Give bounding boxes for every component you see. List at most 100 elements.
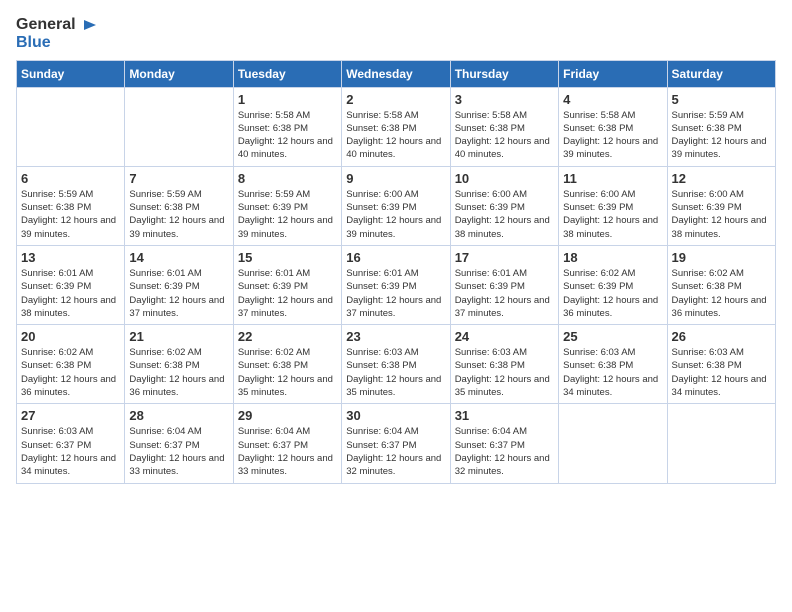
weekday-header-saturday: Saturday [667,60,775,87]
calendar-cell [667,404,775,483]
logo-text: General Blue [16,16,100,52]
day-number: 31 [455,408,554,423]
calendar-cell: 6 Sunrise: 5:59 AM Sunset: 6:38 PM Daylig… [17,166,125,245]
weekday-header-sunday: Sunday [17,60,125,87]
weekday-header-monday: Monday [125,60,233,87]
day-number: 3 [455,92,554,107]
cell-detail: Sunrise: 6:01 AM Sunset: 6:39 PM Dayligh… [21,267,120,320]
calendar-cell: 21 Sunrise: 6:02 AM Sunset: 6:38 PM Dayli… [125,325,233,404]
calendar-cell: 27 Sunrise: 6:03 AM Sunset: 6:37 PM Dayli… [17,404,125,483]
calendar-week-4: 20 Sunrise: 6:02 AM Sunset: 6:38 PM Dayli… [17,325,776,404]
day-number: 7 [129,171,228,186]
cell-detail: Sunrise: 6:01 AM Sunset: 6:39 PM Dayligh… [238,267,337,320]
day-number: 4 [563,92,662,107]
calendar-cell: 3 Sunrise: 5:58 AM Sunset: 6:38 PM Daylig… [450,87,558,166]
calendar-cell: 31 Sunrise: 6:04 AM Sunset: 6:37 PM Dayli… [450,404,558,483]
day-number: 1 [238,92,337,107]
calendar-cell: 25Sunrise: 6:03 AM Sunset: 6:38 PM Dayli… [559,325,667,404]
calendar-cell: 18 Sunrise: 6:02 AM Sunset: 6:39 PM Dayli… [559,245,667,324]
cell-detail: Sunrise: 6:00 AM Sunset: 6:39 PM Dayligh… [346,188,445,241]
cell-detail: Sunrise: 6:00 AM Sunset: 6:39 PM Dayligh… [563,188,662,241]
cell-detail: Sunrise: 6:04 AM Sunset: 6:37 PM Dayligh… [238,425,337,478]
calendar-cell: 9 Sunrise: 6:00 AM Sunset: 6:39 PM Daylig… [342,166,450,245]
day-number: 10 [455,171,554,186]
calendar-cell: 5 Sunrise: 5:59 AM Sunset: 6:38 PM Daylig… [667,87,775,166]
calendar-week-3: 13 Sunrise: 6:01 AM Sunset: 6:39 PM Dayli… [17,245,776,324]
calendar-cell: 10Sunrise: 6:00 AM Sunset: 6:39 PM Dayli… [450,166,558,245]
cell-detail: Sunrise: 6:02 AM Sunset: 6:39 PM Dayligh… [563,267,662,320]
day-number: 14 [129,250,228,265]
calendar-cell: 13 Sunrise: 6:01 AM Sunset: 6:39 PM Dayli… [17,245,125,324]
cell-detail: Sunrise: 6:04 AM Sunset: 6:37 PM Dayligh… [346,425,445,478]
day-number: 22 [238,329,337,344]
calendar-cell: 30Sunrise: 6:04 AM Sunset: 6:37 PM Dayli… [342,404,450,483]
logo-arrow-icon [82,16,100,34]
day-number: 21 [129,329,228,344]
day-number: 6 [21,171,120,186]
logo-general: General [16,16,76,33]
cell-detail: Sunrise: 5:59 AM Sunset: 6:38 PM Dayligh… [21,188,120,241]
calendar-cell: 4 Sunrise: 5:58 AM Sunset: 6:38 PM Daylig… [559,87,667,166]
day-number: 5 [672,92,771,107]
weekday-header-tuesday: Tuesday [233,60,341,87]
day-number: 18 [563,250,662,265]
calendar-cell [559,404,667,483]
cell-detail: Sunrise: 5:59 AM Sunset: 6:39 PM Dayligh… [238,188,337,241]
cell-detail: Sunrise: 6:04 AM Sunset: 6:37 PM Dayligh… [455,425,554,478]
calendar-week-5: 27 Sunrise: 6:03 AM Sunset: 6:37 PM Dayli… [17,404,776,483]
calendar-cell: 28 Sunrise: 6:04 AM Sunset: 6:37 PM Dayli… [125,404,233,483]
day-number: 9 [346,171,445,186]
calendar-cell: 12 Sunrise: 6:00 AM Sunset: 6:39 PM Dayli… [667,166,775,245]
cell-detail: Sunrise: 5:58 AM Sunset: 6:38 PM Dayligh… [563,109,662,162]
calendar-cell [125,87,233,166]
cell-detail: Sunrise: 6:02 AM Sunset: 6:38 PM Dayligh… [238,346,337,399]
day-number: 16 [346,250,445,265]
day-number: 28 [129,408,228,423]
cell-detail: Sunrise: 6:04 AM Sunset: 6:37 PM Dayligh… [129,425,228,478]
weekday-header-thursday: Thursday [450,60,558,87]
calendar-cell: 23 Sunrise: 6:03 AM Sunset: 6:38 PM Dayli… [342,325,450,404]
calendar-cell: 11 Sunrise: 6:00 AM Sunset: 6:39 PM Dayli… [559,166,667,245]
cell-detail: Sunrise: 6:02 AM Sunset: 6:38 PM Dayligh… [129,346,228,399]
calendar-cell: 29 Sunrise: 6:04 AM Sunset: 6:37 PM Dayli… [233,404,341,483]
calendar-cell: 14 Sunrise: 6:01 AM Sunset: 6:39 PM Dayli… [125,245,233,324]
calendar-cell: 24 Sunrise: 6:03 AM Sunset: 6:38 PM Dayli… [450,325,558,404]
cell-detail: Sunrise: 6:03 AM Sunset: 6:38 PM Dayligh… [672,346,771,399]
weekday-header-wednesday: Wednesday [342,60,450,87]
cell-detail: Sunrise: 6:01 AM Sunset: 6:39 PM Dayligh… [455,267,554,320]
day-number: 20 [21,329,120,344]
cell-detail: Sunrise: 5:59 AM Sunset: 6:38 PM Dayligh… [129,188,228,241]
cell-detail: Sunrise: 6:01 AM Sunset: 6:39 PM Dayligh… [346,267,445,320]
calendar-cell: 7 Sunrise: 5:59 AM Sunset: 6:38 PM Daylig… [125,166,233,245]
day-number: 13 [21,250,120,265]
day-number: 29 [238,408,337,423]
calendar-cell: 26Sunrise: 6:03 AM Sunset: 6:38 PM Dayli… [667,325,775,404]
day-number: 23 [346,329,445,344]
calendar-cell: 20Sunrise: 6:02 AM Sunset: 6:38 PM Dayli… [17,325,125,404]
calendar-cell [17,87,125,166]
cell-detail: Sunrise: 6:01 AM Sunset: 6:39 PM Dayligh… [129,267,228,320]
calendar-week-2: 6 Sunrise: 5:59 AM Sunset: 6:38 PM Daylig… [17,166,776,245]
day-number: 11 [563,171,662,186]
logo: General Blue [16,16,100,52]
cell-detail: Sunrise: 5:58 AM Sunset: 6:38 PM Dayligh… [238,109,337,162]
cell-detail: Sunrise: 6:02 AM Sunset: 6:38 PM Dayligh… [672,267,771,320]
cell-detail: Sunrise: 6:03 AM Sunset: 6:38 PM Dayligh… [346,346,445,399]
day-number: 2 [346,92,445,107]
calendar-cell: 1 Sunrise: 5:58 AM Sunset: 6:38 PM Daylig… [233,87,341,166]
cell-detail: Sunrise: 6:00 AM Sunset: 6:39 PM Dayligh… [672,188,771,241]
day-number: 24 [455,329,554,344]
cell-detail: Sunrise: 5:58 AM Sunset: 6:38 PM Dayligh… [346,109,445,162]
cell-detail: Sunrise: 6:03 AM Sunset: 6:38 PM Dayligh… [455,346,554,399]
cell-detail: Sunrise: 5:58 AM Sunset: 6:38 PM Dayligh… [455,109,554,162]
calendar-cell: 16 Sunrise: 6:01 AM Sunset: 6:39 PM Dayli… [342,245,450,324]
calendar-table: SundayMondayTuesdayWednesdayThursdayFrid… [16,60,776,484]
weekday-header-friday: Friday [559,60,667,87]
day-number: 27 [21,408,120,423]
calendar-cell: 17Sunrise: 6:01 AM Sunset: 6:39 PM Dayli… [450,245,558,324]
day-number: 8 [238,171,337,186]
cell-detail: Sunrise: 6:03 AM Sunset: 6:37 PM Dayligh… [21,425,120,478]
page-header: General Blue [16,16,776,52]
day-number: 12 [672,171,771,186]
cell-detail: Sunrise: 5:59 AM Sunset: 6:38 PM Dayligh… [672,109,771,162]
